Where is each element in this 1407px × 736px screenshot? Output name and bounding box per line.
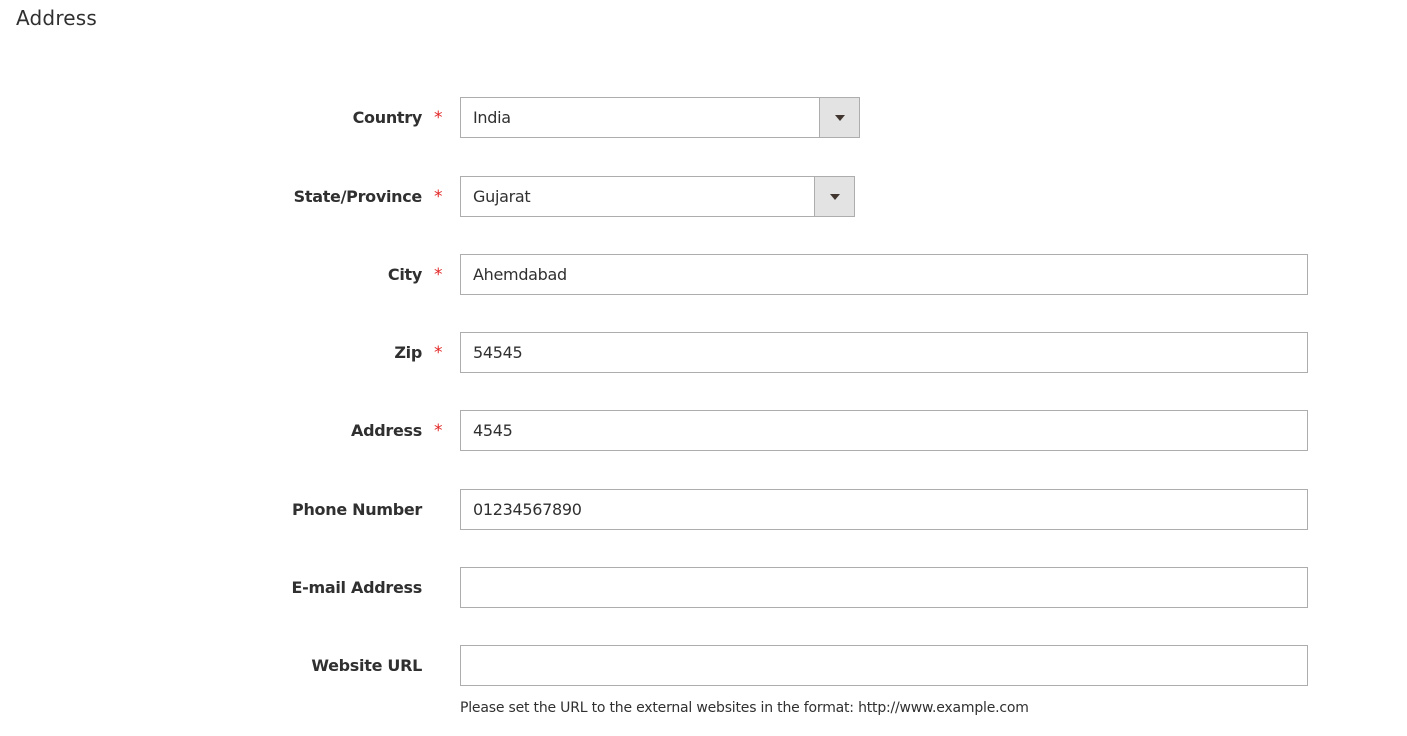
chevron-down-icon[interactable] xyxy=(814,177,854,216)
required-indicator: * xyxy=(434,187,443,207)
phone-input[interactable] xyxy=(460,489,1308,530)
field-row-website: Website URL xyxy=(0,645,1407,686)
field-row-phone: Phone Number xyxy=(0,489,1407,530)
required-indicator: * xyxy=(434,265,443,285)
city-input[interactable] xyxy=(460,254,1308,295)
field-row-email: E-mail Address xyxy=(0,567,1407,608)
section-title: Address xyxy=(16,6,98,30)
state-select-value: Gujarat xyxy=(473,187,531,206)
address-input[interactable] xyxy=(460,410,1308,451)
phone-label: Phone Number xyxy=(292,500,422,519)
field-row-country: Country * India xyxy=(0,97,1407,138)
country-label: Country xyxy=(352,108,423,127)
chevron-down-icon[interactable] xyxy=(819,98,859,137)
country-select[interactable]: India xyxy=(460,97,860,138)
field-row-address: Address * xyxy=(0,410,1407,451)
field-row-city: City * xyxy=(0,254,1407,295)
city-label: City xyxy=(387,265,422,284)
field-row-zip: Zip * xyxy=(0,332,1407,373)
field-row-state: State/Province * Gujarat xyxy=(0,176,1407,217)
website-url-input[interactable] xyxy=(460,645,1308,686)
required-indicator: * xyxy=(434,421,443,441)
address-label: Address xyxy=(351,421,422,440)
email-field[interactable] xyxy=(460,567,1308,608)
zip-input[interactable] xyxy=(460,332,1308,373)
email-label: E-mail Address xyxy=(291,578,423,597)
website-url-note: Please set the URL to the external websi… xyxy=(460,700,1029,716)
country-select-value: India xyxy=(473,108,511,127)
website-label: Website URL xyxy=(311,656,422,675)
required-indicator: * xyxy=(434,108,443,128)
required-indicator: * xyxy=(434,343,443,363)
zip-label: Zip xyxy=(394,343,422,362)
state-select[interactable]: Gujarat xyxy=(460,176,855,217)
state-label: State/Province xyxy=(293,187,423,206)
